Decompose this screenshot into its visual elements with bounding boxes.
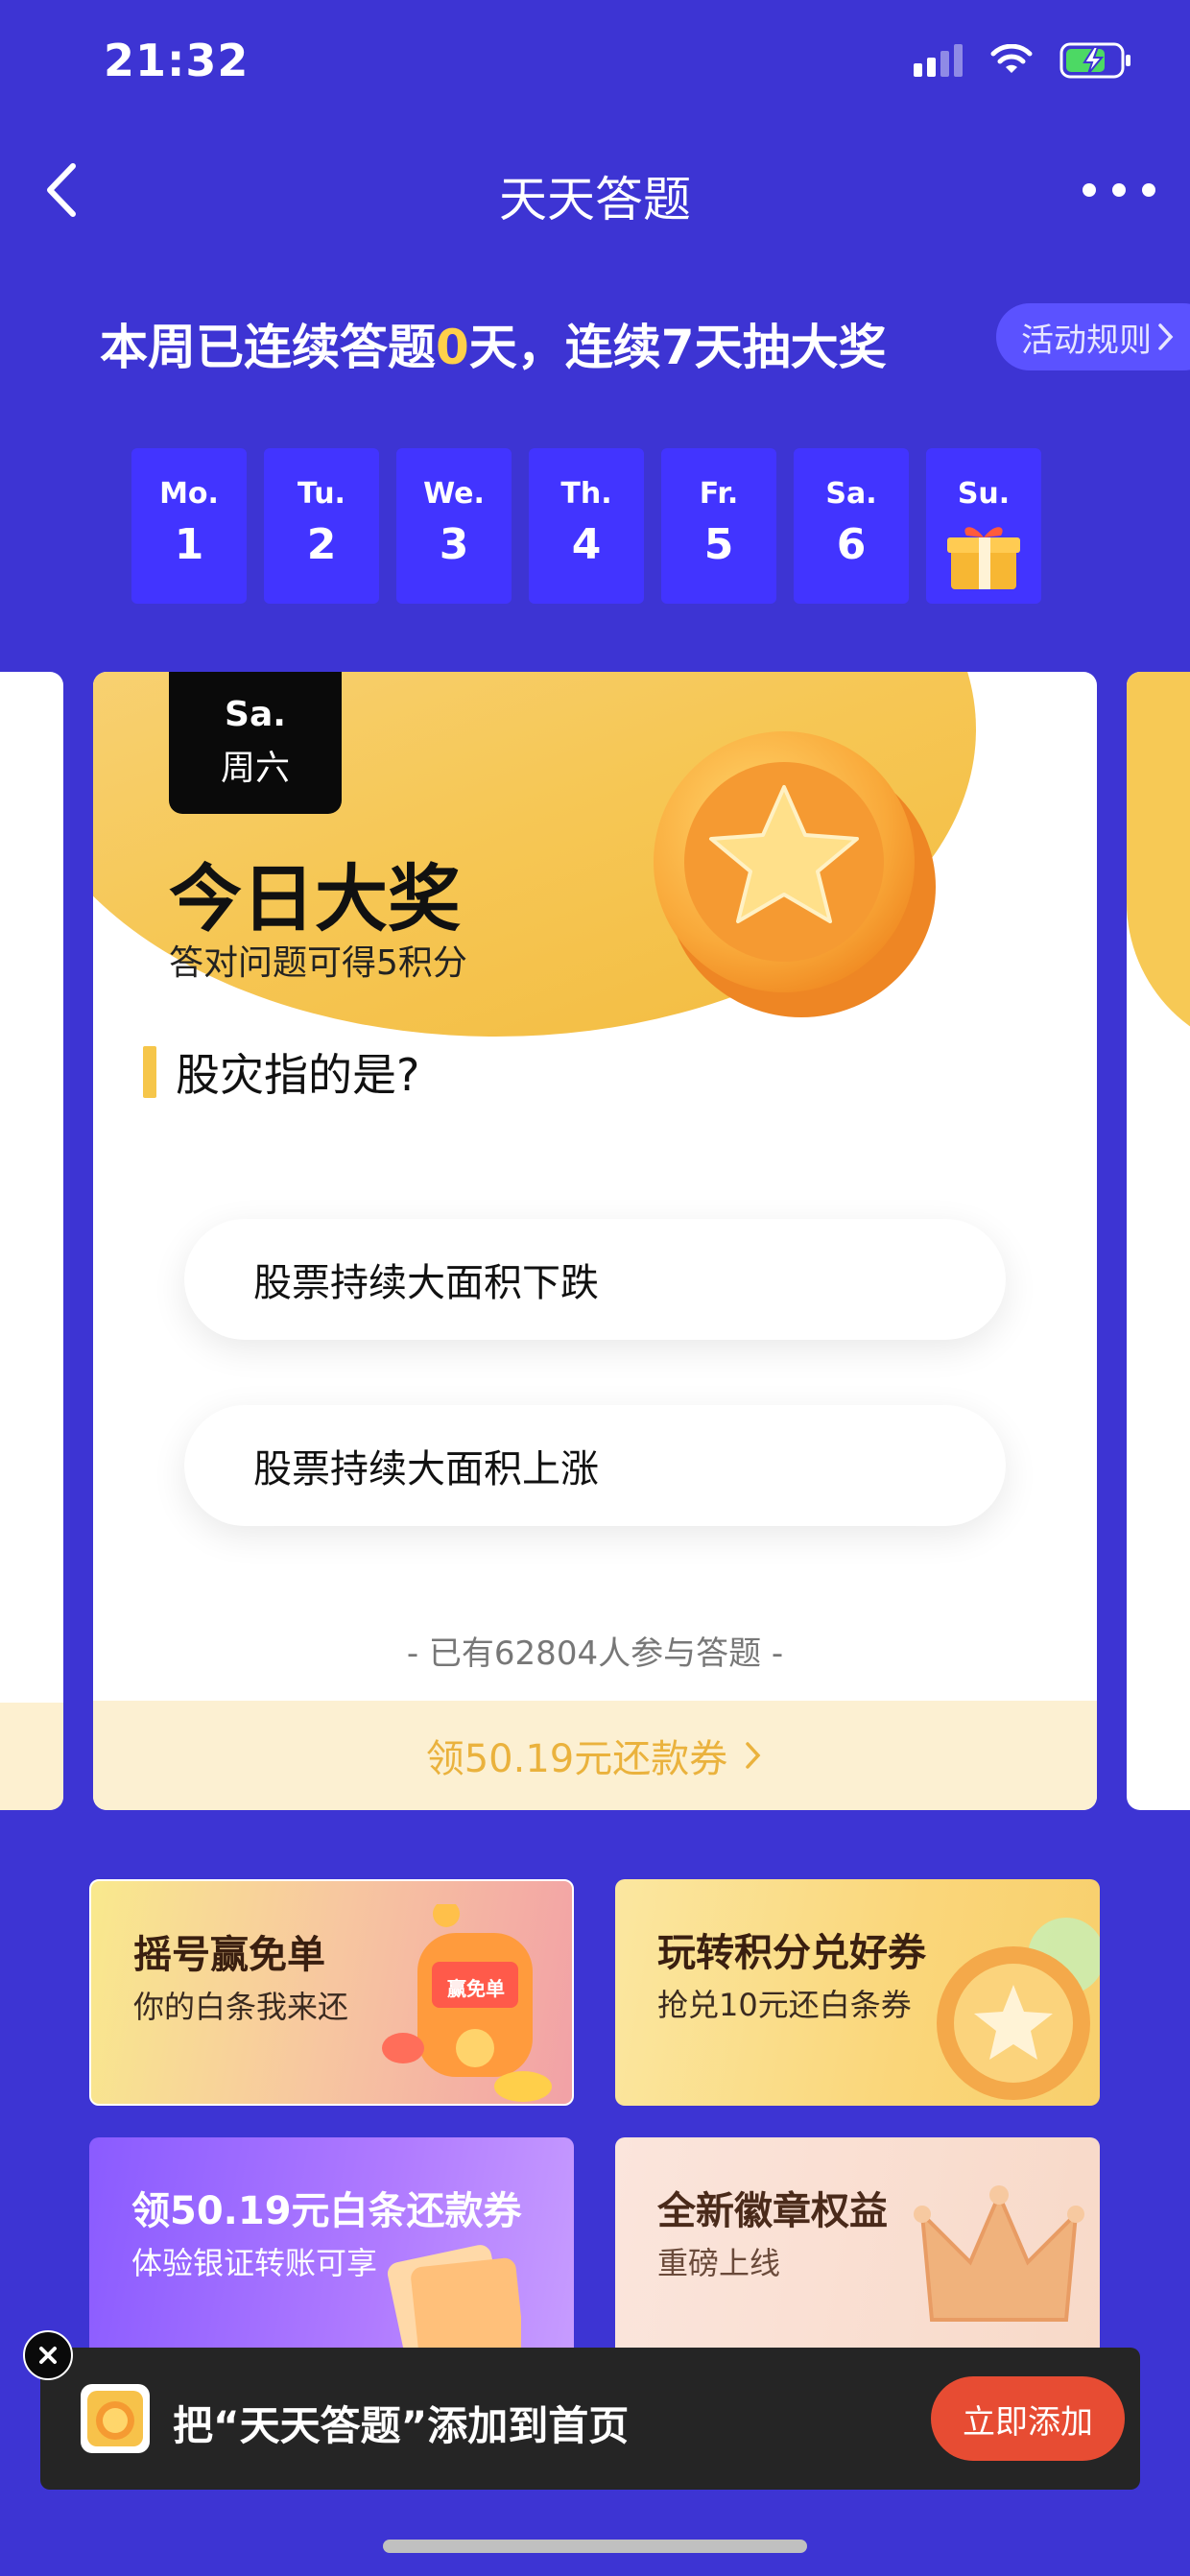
day-date: 1 bbox=[174, 520, 204, 569]
day-name: We. bbox=[423, 477, 485, 511]
day-name: Mo. bbox=[159, 477, 219, 511]
coupon-link-label: 领50.19元还款券 bbox=[425, 1737, 728, 1781]
day-name: Su. bbox=[957, 477, 1011, 511]
wifi-icon bbox=[990, 44, 1033, 73]
question-text: 股灾指的是? bbox=[176, 1049, 420, 1101]
participant-count: - 已有62804人参与答题 - bbox=[406, 1634, 784, 1673]
prize-title: 今日大奖 bbox=[169, 856, 461, 942]
close-icon bbox=[39, 2347, 57, 2364]
streak-suffix: 天，连续7天抽大奖 bbox=[468, 320, 887, 375]
day-tag-en: Sa. bbox=[225, 695, 286, 734]
day-date: 3 bbox=[439, 520, 469, 569]
star-coin-icon bbox=[654, 731, 936, 1017]
question-marker bbox=[143, 1046, 156, 1098]
crown-icon bbox=[914, 2185, 1084, 2322]
answer-option-2[interactable]: 股票持续大面积上涨 bbox=[184, 1405, 1006, 1526]
page-title: 天天答题 bbox=[499, 172, 691, 227]
battery-charging-icon bbox=[1059, 42, 1130, 79]
chevron-right-icon bbox=[746, 1742, 761, 1769]
day-name: Fr. bbox=[699, 477, 739, 511]
add-now-button[interactable]: 立即添加 bbox=[931, 2376, 1125, 2461]
day-wednesday[interactable]: We. 3 bbox=[396, 448, 512, 604]
coupon-link[interactable]: 领50.19元还款券 bbox=[93, 1701, 1097, 1810]
more-options-icon[interactable] bbox=[1083, 168, 1155, 212]
add-to-home-banner: 把“天天答题”添加到首页 立即添加 bbox=[40, 2348, 1140, 2490]
promo-subtitle: 抢兑10元还白条券 bbox=[657, 1987, 912, 2023]
activity-rules-button[interactable]: 活动规则 bbox=[996, 303, 1190, 370]
promo-repayment-coupon[interactable]: 领50.19元白条还款券 体验银证转账可享 bbox=[89, 2137, 574, 2364]
lottery-machine-icon bbox=[382, 1904, 552, 2102]
streak-prefix: 本周已连续答题 bbox=[100, 320, 436, 375]
home-indicator[interactable] bbox=[383, 2540, 807, 2553]
day-friday[interactable]: Fr. 5 bbox=[661, 448, 776, 604]
promo-subtitle: 你的白条我来还 bbox=[133, 1989, 349, 2025]
chevron-right-icon bbox=[1158, 323, 1174, 350]
day-tag: Sa. 周六 bbox=[169, 672, 342, 814]
answer-option-1[interactable]: 股票持续大面积下跌 bbox=[184, 1219, 1006, 1340]
day-date: 4 bbox=[571, 520, 602, 569]
promo-title: 全新徽章权益 bbox=[657, 2189, 888, 2233]
promo-title: 摇号赢免单 bbox=[133, 1933, 325, 1977]
day-sunday[interactable]: Su. bbox=[926, 448, 1041, 604]
prize-subtitle: 答对问题可得5积分 bbox=[169, 943, 467, 983]
day-date: 5 bbox=[703, 520, 734, 569]
day-monday[interactable]: Mo. 1 bbox=[131, 448, 247, 604]
promo-badge: 赢免单 bbox=[447, 1977, 505, 2000]
activity-rules-label: 活动规则 bbox=[1021, 321, 1152, 360]
next-card[interactable] bbox=[1127, 672, 1190, 1810]
day-date: 2 bbox=[306, 520, 337, 569]
promo-subtitle: 重磅上线 bbox=[657, 2245, 781, 2281]
close-banner-icon[interactable] bbox=[23, 2330, 73, 2380]
promo-subtitle: 体验银证转账可享 bbox=[131, 2245, 378, 2281]
app-icon bbox=[81, 2384, 150, 2453]
promo-new-badge[interactable]: 全新徽章权益 重磅上线 bbox=[615, 2137, 1100, 2364]
add-to-home-text: 把“天天答题”添加到首页 bbox=[173, 2402, 630, 2449]
streak-days: 0 bbox=[436, 320, 469, 375]
promo-title: 玩转积分兑好券 bbox=[657, 1931, 926, 1975]
day-tag-cn: 周六 bbox=[220, 749, 290, 788]
cellular-signal-icon bbox=[914, 44, 963, 77]
status-time: 21:32 bbox=[104, 35, 250, 86]
streak-message: 本周已连续答题0天，连续7天抽大奖 bbox=[100, 309, 887, 378]
day-name: Th. bbox=[560, 477, 612, 511]
day-name: Tu. bbox=[298, 477, 345, 511]
promo-title: 领50.19元白条还款券 bbox=[131, 2189, 522, 2233]
day-name: Sa. bbox=[825, 477, 877, 511]
status-icons bbox=[914, 42, 1132, 79]
previous-card[interactable] bbox=[0, 672, 63, 1810]
day-thursday[interactable]: Th. 4 bbox=[529, 448, 644, 604]
promo-lottery-free-order[interactable]: 摇号赢免单 你的白条我来还 赢免单 bbox=[89, 1879, 574, 2106]
coin-app-icon bbox=[87, 2391, 143, 2446]
day-saturday[interactable]: Sa. 6 bbox=[794, 448, 909, 604]
quiz-card: Sa. 周六 今日大奖 答对问题可得5积分 股灾指的是? 股票持续大面积下跌 股… bbox=[93, 672, 1097, 1810]
day-tuesday[interactable]: Tu. 2 bbox=[264, 448, 379, 604]
day-date: 6 bbox=[836, 520, 867, 569]
week-calendar: Mo. 1 Tu. 2 We. 3 Th. 4 Fr. 5 Sa. 6 Su. bbox=[131, 448, 1041, 604]
star-coin-icon bbox=[937, 1918, 1100, 2100]
promo-points-exchange[interactable]: 玩转积分兑好券 抢兑10元还白条券 bbox=[615, 1879, 1100, 2106]
gift-icon bbox=[947, 527, 1020, 589]
coupon-card-icon bbox=[387, 2245, 521, 2349]
